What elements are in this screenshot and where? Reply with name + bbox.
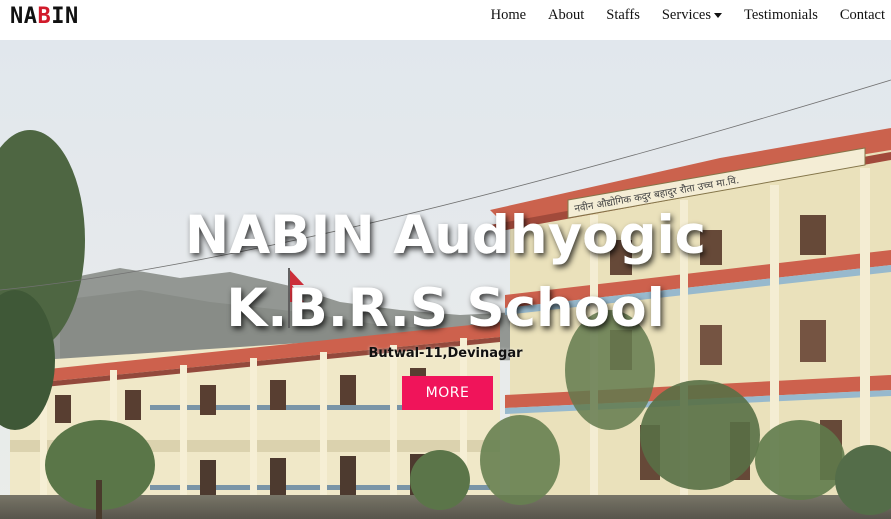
nav-testimonials[interactable]: Testimonials	[733, 6, 829, 24]
brand-prefix: NA	[10, 4, 38, 29]
nav-home[interactable]: Home	[480, 6, 537, 24]
hero-title-line2: K.B.R.S School	[226, 278, 665, 339]
more-button[interactable]: MORE	[402, 376, 493, 410]
hero-title-line1: NABIN Audhyogic	[184, 205, 707, 266]
nav-about[interactable]: About	[537, 6, 595, 24]
nav-services[interactable]: Services	[651, 6, 733, 24]
nav-services-label: Services	[661, 7, 711, 23]
brand-logo[interactable]: NABIN	[10, 3, 79, 31]
brand-suffix: IN	[51, 4, 79, 29]
header: NABIN Home About Staffs Services Testimo…	[0, 0, 891, 40]
hero-section: नवीन औद्योगिक कदुर बहादुर रौता उच्च मा.व…	[0, 40, 891, 519]
nav-contact[interactable]: Contact	[829, 6, 885, 24]
main-nav: Home About Staffs Services Testimonials …	[480, 6, 885, 24]
caret-down-icon	[713, 13, 722, 19]
hero-subtitle: Butwal-11,Devinagar	[368, 346, 523, 361]
nav-staffs[interactable]: Staffs	[595, 6, 651, 24]
brand-accent-letter: B	[37, 4, 52, 29]
